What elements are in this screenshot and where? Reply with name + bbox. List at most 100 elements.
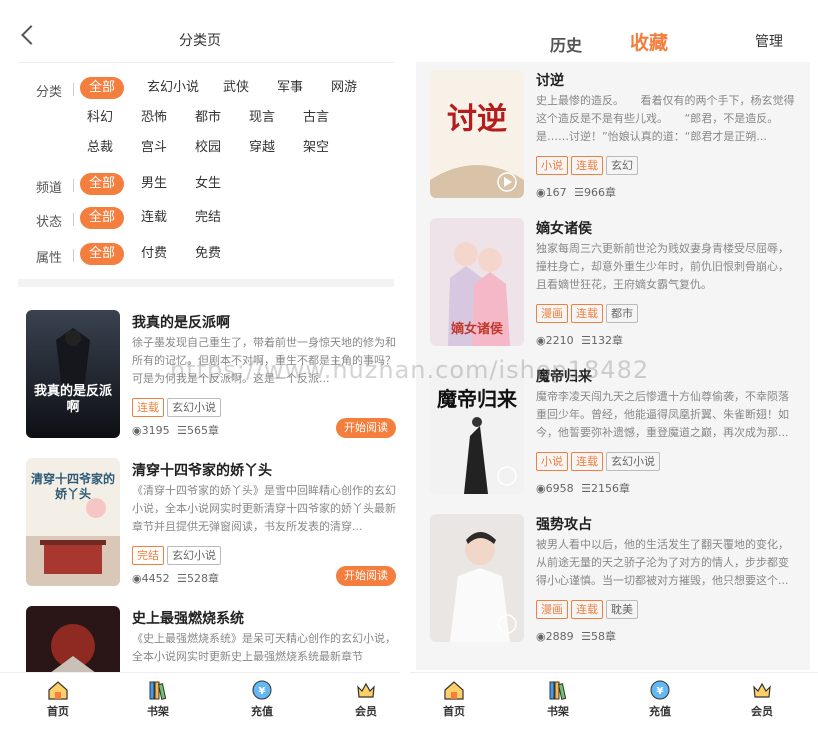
tab-bookshelf[interactable]: 书架 bbox=[528, 679, 588, 719]
bookshelf-icon bbox=[549, 681, 567, 700]
book-stats: ◉4452 ☰528章 bbox=[132, 570, 219, 586]
tag-status: 连载 bbox=[571, 600, 603, 619]
book-card[interactable]: 我真的是反派啊 我真的是反派啊 徐子墨发现自己重生了，带着前世一身惊天地的修为和… bbox=[26, 310, 396, 445]
recharge-icon: ¥ bbox=[650, 680, 670, 700]
chip-all[interactable]: 全部 bbox=[80, 207, 124, 229]
tag-type: 漫画 bbox=[536, 304, 568, 323]
chip-all[interactable]: 全部 bbox=[80, 243, 124, 265]
tab-favorites[interactable]: 收藏 bbox=[630, 28, 668, 55]
chip-all[interactable]: 全部 bbox=[80, 173, 124, 195]
chip-junshi[interactable]: 军事 bbox=[270, 77, 310, 99]
filter-divider bbox=[73, 83, 74, 96]
chip-ongoing[interactable]: 连载 bbox=[134, 207, 174, 229]
book-title[interactable]: 清穿十四爷家的娇丫头 bbox=[132, 460, 272, 480]
chip-xiaoyuan[interactable]: 校园 bbox=[188, 137, 228, 159]
chip-xianyan[interactable]: 现言 bbox=[242, 107, 282, 129]
book-card[interactable]: 魔帝归来 魔帝归来 魔帝李凌天闯九天之后惨遭十方仙尊偷袭，不幸陨落重回少年。曾经… bbox=[430, 366, 810, 498]
book-cover[interactable]: 我真的是反派啊 bbox=[26, 310, 120, 438]
chapter-count: 58章 bbox=[590, 630, 616, 643]
book-card[interactable]: 嫡女诸侯 嫡女诸侯 独家每周三六更新前世沦为贱奴妻身青楼受尽屈辱，撞柱身亡，却意… bbox=[430, 218, 810, 350]
chip-wangyou[interactable]: 网游 bbox=[324, 77, 364, 99]
chip-zongcai[interactable]: 总裁 bbox=[80, 137, 120, 159]
chip-free[interactable]: 免费 bbox=[188, 243, 228, 265]
recharge-icon: ¥ bbox=[252, 680, 272, 700]
book-title[interactable]: 嫡女诸侯 bbox=[536, 218, 592, 238]
chip-male[interactable]: 男生 bbox=[134, 173, 174, 195]
book-title[interactable]: 魔帝归来 bbox=[536, 366, 592, 386]
book-desc: 魔帝李凌天闯九天之后惨遭十方仙尊偷袭，不幸陨落重回少年。曾经，他能逼得凤凰折翼、… bbox=[536, 390, 789, 439]
view-count: 4452 bbox=[141, 572, 170, 585]
tab-history[interactable]: 历史 bbox=[550, 32, 582, 56]
tab-recharge[interactable]: ¥ 充值 bbox=[630, 679, 690, 719]
tab-member[interactable]: 会员 bbox=[336, 679, 396, 719]
filter-label: 属性 bbox=[36, 251, 63, 266]
book-card[interactable]: 清穿十四爷家的娇丫头 清穿十四爷家的娇丫头 《清穿十四爷家的娇丫头》是雪中回眸精… bbox=[26, 458, 396, 593]
tab-label: 首页 bbox=[47, 705, 69, 718]
section-divider bbox=[18, 279, 394, 287]
chip-guyan[interactable]: 古言 bbox=[296, 107, 336, 129]
chip-wuxia[interactable]: 武侠 bbox=[216, 77, 256, 99]
chip-finished[interactable]: 完结 bbox=[188, 207, 228, 229]
chip-xuanhuan[interactable]: 玄幻小说 bbox=[140, 77, 206, 99]
book-title[interactable]: 讨逆 bbox=[536, 70, 564, 90]
eye-icon: ◉ bbox=[536, 482, 546, 495]
chip-female[interactable]: 女生 bbox=[188, 173, 228, 195]
tag-type: 漫画 bbox=[536, 600, 568, 619]
cover-title: 嫡女诸侯 bbox=[450, 322, 503, 337]
chip-chuanyue[interactable]: 穿越 bbox=[242, 137, 282, 159]
filter-category-row2: 科幻 恐怖 都市 现言 古言 bbox=[36, 107, 396, 131]
book-desc: 史上最惨的造反。 看着仅有的两个手下，杨玄觉得这个造反是不是有些儿戏。 “郎君，… bbox=[536, 94, 795, 143]
chapter-list-icon: ☰ bbox=[574, 186, 584, 199]
tag-status: 连载 bbox=[571, 452, 603, 471]
book-tags: 连载 玄幻小说 bbox=[132, 396, 224, 417]
tag-status: 连载 bbox=[132, 398, 164, 417]
book-title[interactable]: 史上最强燃烧系统 bbox=[132, 608, 244, 628]
book-stats: ◉3195 ☰565章 bbox=[132, 422, 219, 438]
tab-home[interactable]: 首页 bbox=[28, 679, 88, 719]
chip-dushi[interactable]: 都市 bbox=[188, 107, 228, 129]
svg-text:¥: ¥ bbox=[657, 686, 664, 697]
eye-icon: ◉ bbox=[536, 186, 546, 199]
chapter-list-icon: ☰ bbox=[177, 572, 187, 585]
start-reading-button[interactable]: 开始阅读 bbox=[336, 566, 396, 586]
chip-kehuan[interactable]: 科幻 bbox=[80, 107, 120, 129]
manage-button[interactable]: 管理 bbox=[755, 31, 783, 51]
tab-member[interactable]: 会员 bbox=[732, 679, 792, 719]
chip-jiakong[interactable]: 架空 bbox=[296, 137, 336, 159]
bookshelf-icon bbox=[149, 681, 167, 700]
view-count: 167 bbox=[545, 186, 567, 199]
chip-all[interactable]: 全部 bbox=[80, 77, 124, 99]
book-cover[interactable] bbox=[430, 514, 524, 642]
filter-category-row3: 总裁 宫斗 校园 穿越 架空 bbox=[36, 137, 396, 161]
book-card[interactable]: 强势攻占 被男人看中以后，他的生活发生了翻天覆地的变化，从前途无量的天之骄子沦为… bbox=[430, 514, 810, 646]
start-reading-button[interactable]: 开始阅读 bbox=[336, 418, 396, 438]
book-cover[interactable]: 嫡女诸侯 bbox=[430, 218, 524, 346]
chip-paid[interactable]: 付费 bbox=[134, 243, 174, 265]
book-desc: 徐子墨发现自己重生了，带着前世一身惊天地的修为和所有的记忆。但剧本不对啊，重生不… bbox=[132, 336, 396, 385]
tag-status: 完结 bbox=[132, 546, 164, 565]
book-cover[interactable]: 清穿十四爷家的娇丫头 bbox=[26, 458, 120, 586]
favorites-header: 历史 收藏 管理 bbox=[410, 0, 818, 62]
filter-label: 状态 bbox=[36, 215, 63, 230]
category-header: 分类页 bbox=[0, 0, 400, 62]
filter-category: 分类 全部 玄幻小说 武侠 军事 网游 bbox=[36, 77, 396, 101]
tab-recharge[interactable]: ¥ 充值 bbox=[232, 679, 292, 719]
tab-label: 充值 bbox=[251, 705, 273, 718]
cover-title: 清穿十四爷家的娇丫头 bbox=[30, 472, 115, 501]
eye-icon: ◉ bbox=[132, 572, 142, 585]
book-cover[interactable]: 讨逆 bbox=[430, 70, 524, 198]
chip-kongbu[interactable]: 恐怖 bbox=[134, 107, 174, 129]
book-card[interactable]: 讨逆 讨逆 史上最惨的造反。 看着仅有的两个手下，杨玄觉得这个造反是不是有些儿戏… bbox=[430, 70, 810, 202]
book-stats: ◉167 ☰966章 bbox=[536, 184, 616, 200]
crown-icon bbox=[753, 682, 771, 698]
chip-gongdou[interactable]: 宫斗 bbox=[134, 137, 174, 159]
tab-home[interactable]: 首页 bbox=[424, 679, 484, 719]
book-title[interactable]: 强势攻占 bbox=[536, 514, 592, 534]
tag-genre: 耽美 bbox=[606, 600, 638, 619]
book-tags: 小说 连载 玄幻小说 bbox=[536, 450, 663, 471]
view-count: 2210 bbox=[545, 334, 574, 347]
book-cover[interactable]: 魔帝归来 bbox=[430, 366, 524, 494]
book-title[interactable]: 我真的是反派啊 bbox=[132, 312, 230, 332]
tab-label: 首页 bbox=[443, 705, 465, 718]
tab-bookshelf[interactable]: 书架 bbox=[128, 679, 188, 719]
